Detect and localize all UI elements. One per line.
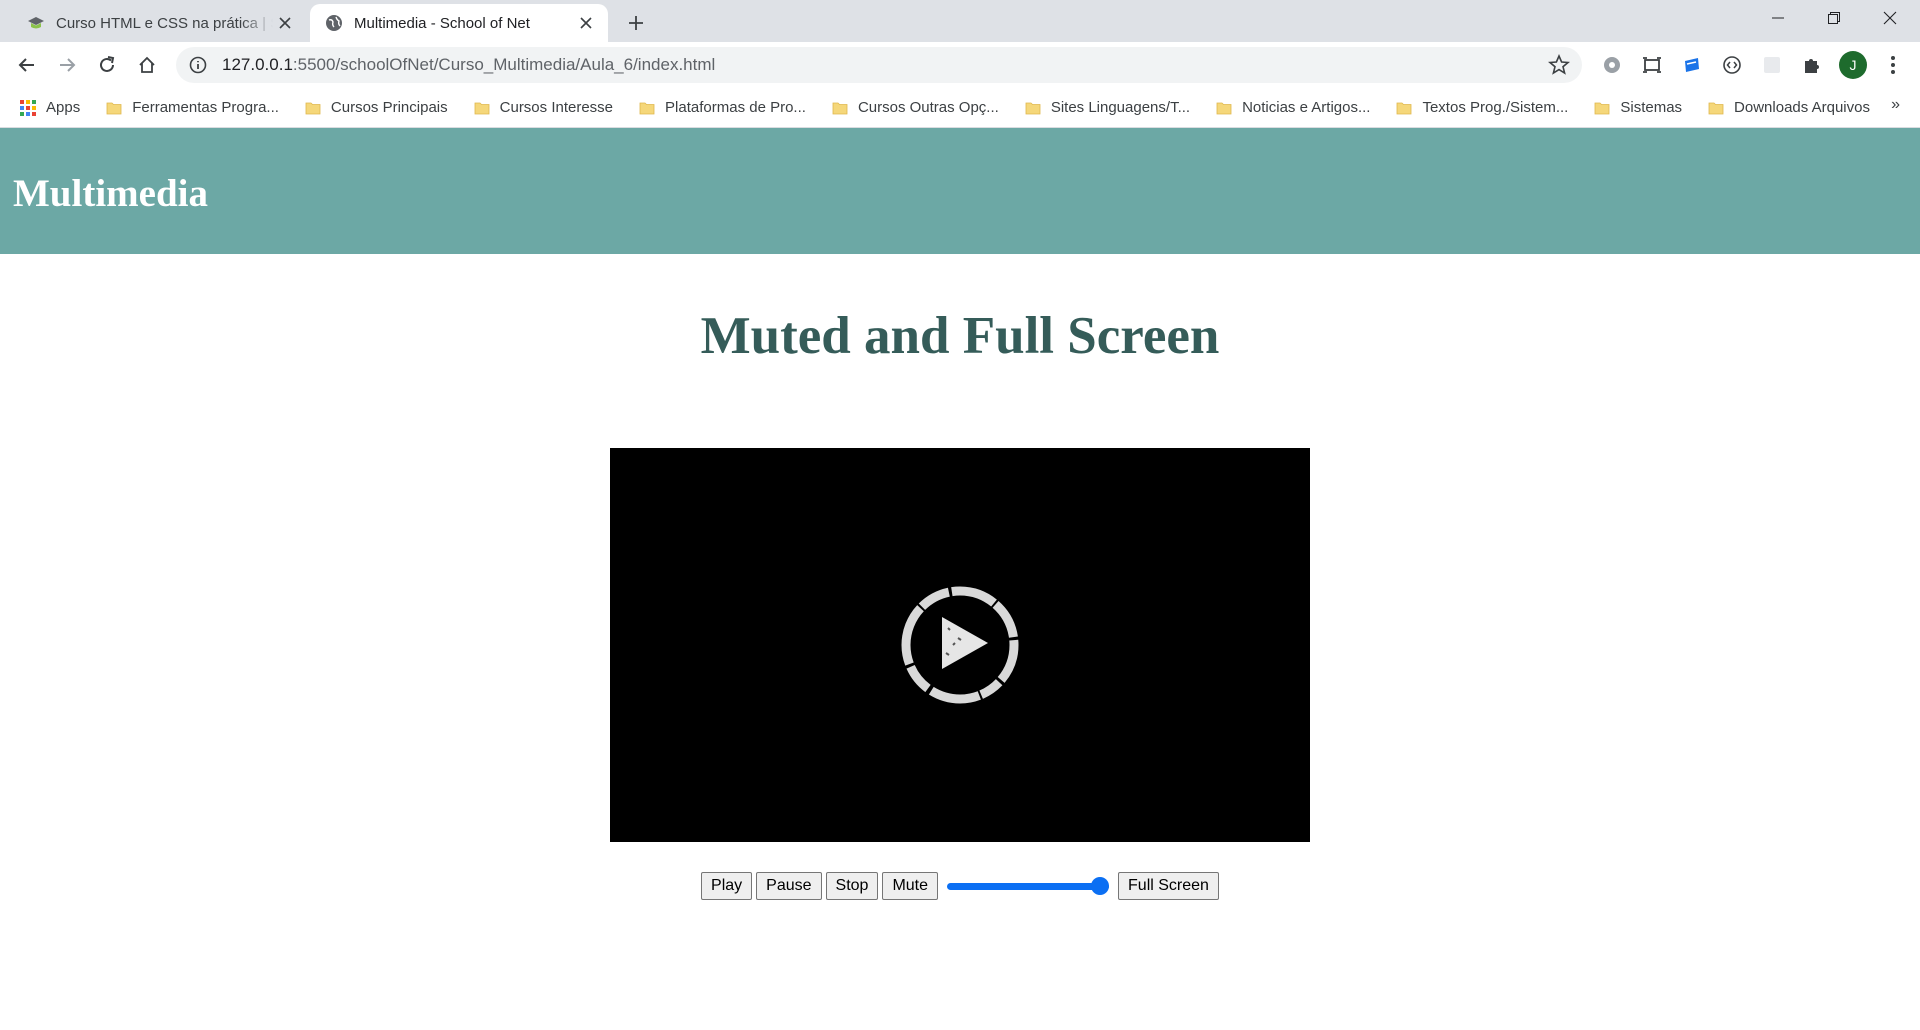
bookmark-label: Ferramentas Progra...	[132, 99, 279, 116]
tab-title: Curso HTML e CSS na prática | School of …	[56, 14, 273, 32]
stop-button[interactable]: Stop	[825, 872, 879, 900]
close-tab-icon[interactable]	[273, 11, 297, 35]
screenshot-extension-icon[interactable]	[1638, 51, 1666, 79]
play-button[interactable]: Play	[701, 872, 753, 900]
bookmark-folder[interactable]: Downloads Arquivos	[1700, 94, 1878, 122]
profile-avatar[interactable]: J	[1839, 51, 1867, 79]
extension-blank-icon[interactable]	[1758, 51, 1786, 79]
bookmark-apps[interactable]: Apps	[12, 94, 88, 122]
bookmark-label: Downloads Arquivos	[1734, 99, 1870, 116]
tab-strip: Curso HTML e CSS na prática | School of …	[0, 0, 1920, 42]
folder-icon	[474, 102, 490, 114]
page-title: Muted and Full Screen	[700, 307, 1220, 365]
bookmark-label: Sites Linguagens/T...	[1050, 99, 1191, 116]
full-screen-button[interactable]: Full Screen	[1118, 872, 1219, 900]
page-viewport: Multimedia Muted and Full Screen Play Pa…	[0, 128, 1920, 1030]
restore-window-icon[interactable]	[1806, 0, 1862, 36]
folder-icon	[639, 102, 655, 114]
bookmark-folder[interactable]: Cursos Outras Opç...	[824, 94, 1007, 122]
browser-toolbar: 127.0.0.1:5500/schoolOfNet/Curso_Multime…	[0, 42, 1920, 88]
bookmark-folder[interactable]: Cursos Interesse	[466, 94, 621, 122]
bookmark-star-icon[interactable]	[1547, 53, 1571, 76]
new-tab-plus-icon[interactable]	[622, 9, 650, 37]
site-header: Multimedia	[0, 128, 1920, 254]
home-icon[interactable]	[132, 50, 162, 80]
video-player[interactable]	[610, 448, 1310, 842]
minimize-window-icon[interactable]	[1750, 0, 1806, 36]
mute-button[interactable]: Mute	[882, 872, 939, 900]
address-bar[interactable]: 127.0.0.1:5500/schoolOfNet/Curso_Multime…	[176, 47, 1582, 83]
bookmark-label: Textos Prog./Sistem...	[1422, 99, 1569, 116]
volume-slider-track	[947, 883, 1110, 890]
folder-icon	[1594, 102, 1610, 114]
reload-icon[interactable]	[92, 50, 122, 80]
extension-code-icon[interactable]	[1718, 51, 1746, 79]
close-tab-icon[interactable]	[574, 11, 598, 35]
url-host: 127.0.0.1	[222, 55, 293, 74]
bookmark-label: Cursos Principais	[330, 99, 448, 116]
bookmark-folder[interactable]: Textos Prog./Sistem...	[1388, 94, 1576, 122]
bookmark-folder[interactable]: Sistemas	[1586, 94, 1690, 122]
folder-icon	[832, 102, 848, 114]
bookmark-folder[interactable]: Sites Linguagens/T...	[1017, 94, 1198, 122]
video-controls: Play Pause Stop Mute Full Screen	[0, 872, 1920, 900]
volume-slider[interactable]	[947, 876, 1110, 896]
more-vert-icon[interactable]	[1879, 51, 1907, 79]
extensions-puzzle-icon[interactable]	[1798, 51, 1826, 79]
url-path: :5500/schoolOfNet/Curso_Multimedia/Aula_…	[292, 55, 716, 74]
globe-icon	[324, 13, 344, 33]
play-circle-icon[interactable]	[898, 583, 1022, 707]
school-of-net-favicon-icon	[26, 13, 46, 33]
bookmark-folder[interactable]: Ferramentas Progra...	[98, 94, 287, 122]
bookmark-folder[interactable]: Plataformas de Pro...	[631, 94, 814, 122]
folder-icon	[106, 102, 122, 114]
volume-slider-thumb[interactable]	[1091, 877, 1110, 895]
site-info-icon[interactable]	[188, 55, 208, 75]
bookmark-label: Noticias e Artigos...	[1242, 99, 1371, 116]
tab-curso-html-css[interactable]: Curso HTML e CSS na prática | School of …	[12, 4, 307, 42]
bookmark-folder[interactable]: Cursos Principais	[297, 94, 456, 122]
folder-icon	[1397, 102, 1412, 114]
url-text: 127.0.0.1:5500/schoolOfNet/Curso_Multime…	[222, 55, 715, 75]
extension-gear-icon[interactable]	[1598, 51, 1626, 79]
apps-grid-icon	[20, 99, 36, 116]
tab-title: Multimedia - School of Net	[354, 14, 530, 32]
bookmark-label: Plataformas de Pro...	[665, 99, 806, 116]
bookmark-label: Sistemas	[1620, 99, 1683, 116]
pause-button[interactable]: Pause	[756, 872, 822, 900]
bookmarks-overflow-icon[interactable]: »	[1891, 96, 1900, 114]
bookmark-label: Apps	[46, 99, 81, 116]
folder-icon	[305, 102, 321, 114]
bookmark-label: Cursos Interesse	[499, 99, 614, 116]
bookmarks-bar: Apps Ferramentas Progra... Cursos Principa…	[0, 88, 1920, 128]
bookmark-folder[interactable]: Noticias e Artigos...	[1208, 94, 1378, 122]
folder-icon	[1025, 102, 1041, 114]
browser-chrome: Curso HTML e CSS na prática | School of …	[0, 0, 1920, 128]
tab-multimedia[interactable]: Multimedia - School of Net	[310, 4, 608, 42]
back-arrow-icon[interactable]	[12, 50, 42, 80]
site-header-title: Multimedia	[13, 171, 208, 215]
bookmark-label: Cursos Outras Opç...	[857, 99, 999, 116]
folder-icon	[1708, 102, 1724, 114]
folder-icon	[1216, 102, 1232, 114]
close-window-icon[interactable]	[1862, 0, 1918, 36]
extension-blue-icon[interactable]	[1678, 51, 1706, 79]
forward-arrow-icon[interactable]	[52, 50, 82, 80]
